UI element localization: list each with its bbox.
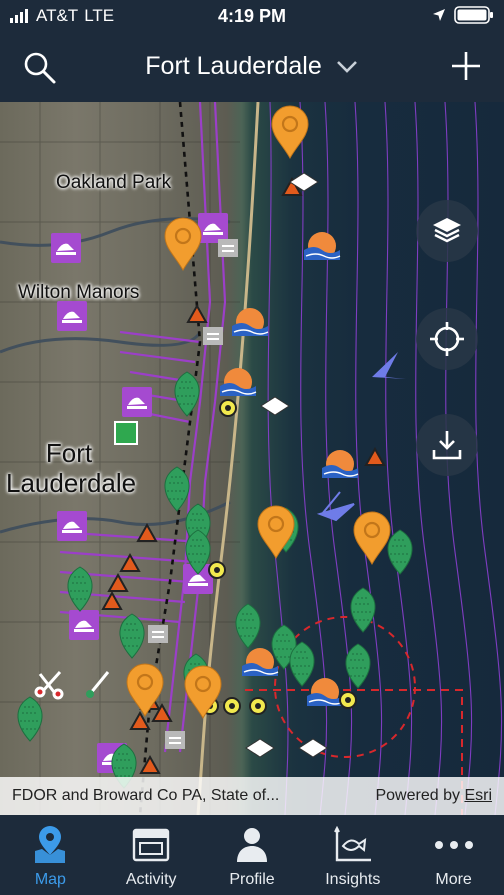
insights-icon (333, 826, 371, 862)
pin-marker-icon (86, 671, 110, 698)
network-type: LTE (84, 6, 115, 25)
sunset-beach-icon (241, 647, 279, 677)
map-title: Fort Lauderdale (145, 52, 322, 80)
walking-trail-icon (122, 387, 152, 417)
attribution-text: FDOR and Broward Co PA, State of... (12, 787, 280, 804)
facility-icon (164, 730, 186, 750)
tab-activity[interactable]: Activity (101, 815, 202, 895)
tab-profile[interactable]: Profile (202, 815, 303, 895)
hazard-icon (130, 712, 150, 730)
tab-more-label: More (435, 871, 472, 888)
chevron-down-icon (336, 61, 357, 74)
buoy-icon (249, 697, 267, 715)
walking-trail-icon (198, 213, 228, 243)
tab-map-label: Map (34, 871, 66, 888)
tab-profile-label: Profile (229, 871, 275, 888)
location-pin-icon (352, 510, 392, 566)
sunset-beach-icon (303, 231, 341, 261)
sunset-beach-icon (321, 449, 359, 479)
flag-icon (316, 491, 355, 522)
plus-icon (452, 52, 480, 80)
map-title-selector: Fort Lauderdale (0, 52, 504, 81)
layers-icon (433, 218, 461, 243)
sunset-beach-icon (231, 307, 269, 337)
locate-me-button[interactable] (416, 308, 478, 370)
reef-icon (67, 566, 93, 612)
tab-activity-label: Activity (125, 871, 177, 888)
tab-insights-label: Insights (325, 871, 381, 888)
location-arrow-icon (433, 9, 445, 21)
walking-trail-icon (69, 610, 99, 640)
sunset-beach-icon (219, 367, 257, 397)
tab-bar: Map Activity Profile Insights More (0, 815, 504, 895)
carrier-name: AT&T (36, 6, 79, 25)
reef-icon (289, 641, 315, 687)
esri-link[interactable]: Esri (464, 787, 492, 804)
place-label-fort-lauderdale: Fort Lauderdale (6, 438, 137, 498)
scissors-icon (34, 670, 64, 700)
reef-icon (350, 587, 376, 633)
location-pin-icon (163, 216, 203, 272)
hazard-icon (365, 448, 385, 466)
hazard-icon (108, 574, 128, 592)
buoy-icon (339, 691, 357, 709)
download-map-button[interactable] (416, 414, 478, 476)
place-label-oakland-park: Oakland Park (56, 172, 172, 193)
flag-icon (372, 352, 406, 379)
nav-header: Fort Lauderdale (0, 34, 504, 102)
map-title-button[interactable]: Fort Lauderdale (145, 52, 358, 80)
hazard-icon (120, 554, 140, 572)
reef-icon (387, 529, 413, 575)
add-button[interactable] (448, 48, 484, 84)
hazard-icon (187, 305, 207, 323)
carrier-info: AT&T LTE (10, 6, 114, 26)
dive-site-icon (298, 738, 328, 758)
reef-icon (17, 696, 43, 742)
tab-map[interactable]: Map (0, 815, 101, 895)
search-button[interactable] (22, 50, 58, 86)
reef-icon (345, 643, 371, 689)
dive-site-icon (245, 738, 275, 758)
battery-icon (454, 6, 493, 24)
buoy-icon (223, 697, 241, 715)
dive-site-icon (260, 396, 290, 416)
walking-trail-icon (57, 511, 87, 541)
hazard-icon (102, 592, 122, 610)
activity-icon (132, 828, 170, 862)
download-icon (432, 431, 462, 460)
crosshair-icon (430, 322, 464, 356)
reef-icon (119, 613, 145, 659)
walking-trail-icon (51, 233, 81, 263)
facility-icon (147, 624, 169, 644)
powered-by-prefix: Powered by (375, 787, 460, 804)
profile-icon (236, 828, 267, 862)
tab-insights[interactable]: Insights (302, 815, 403, 895)
buoy-icon (219, 399, 237, 417)
hazard-icon (140, 756, 160, 774)
status-bar: AT&T LTE 4:19 PM (0, 0, 504, 34)
location-pin-icon (270, 104, 310, 160)
tab-more[interactable]: More (403, 815, 504, 895)
map-view[interactable]: Oakland Park Wilton Manors Fort Lauderda… (0, 102, 504, 815)
hazard-icon (137, 524, 157, 542)
search-icon (24, 52, 56, 84)
reef-icon (164, 466, 190, 512)
reef-icon (235, 603, 261, 649)
walking-trail-icon (57, 301, 87, 331)
reef-icon (174, 371, 200, 417)
buoy-icon (208, 561, 226, 579)
place-label-wilton-manors: Wilton Manors (18, 282, 140, 303)
facility-icon (217, 238, 239, 258)
map-pin-icon (35, 826, 66, 863)
sunset-beach-icon (306, 677, 344, 707)
location-pin-icon (256, 504, 296, 560)
signal-icon (10, 9, 28, 23)
facility-icon (202, 326, 224, 346)
layers-button[interactable] (416, 200, 478, 262)
map-attribution: FDOR and Broward Co PA, State of... Powe… (0, 777, 504, 815)
powered-by: Powered by Esri (375, 787, 492, 805)
more-icon (434, 841, 473, 849)
